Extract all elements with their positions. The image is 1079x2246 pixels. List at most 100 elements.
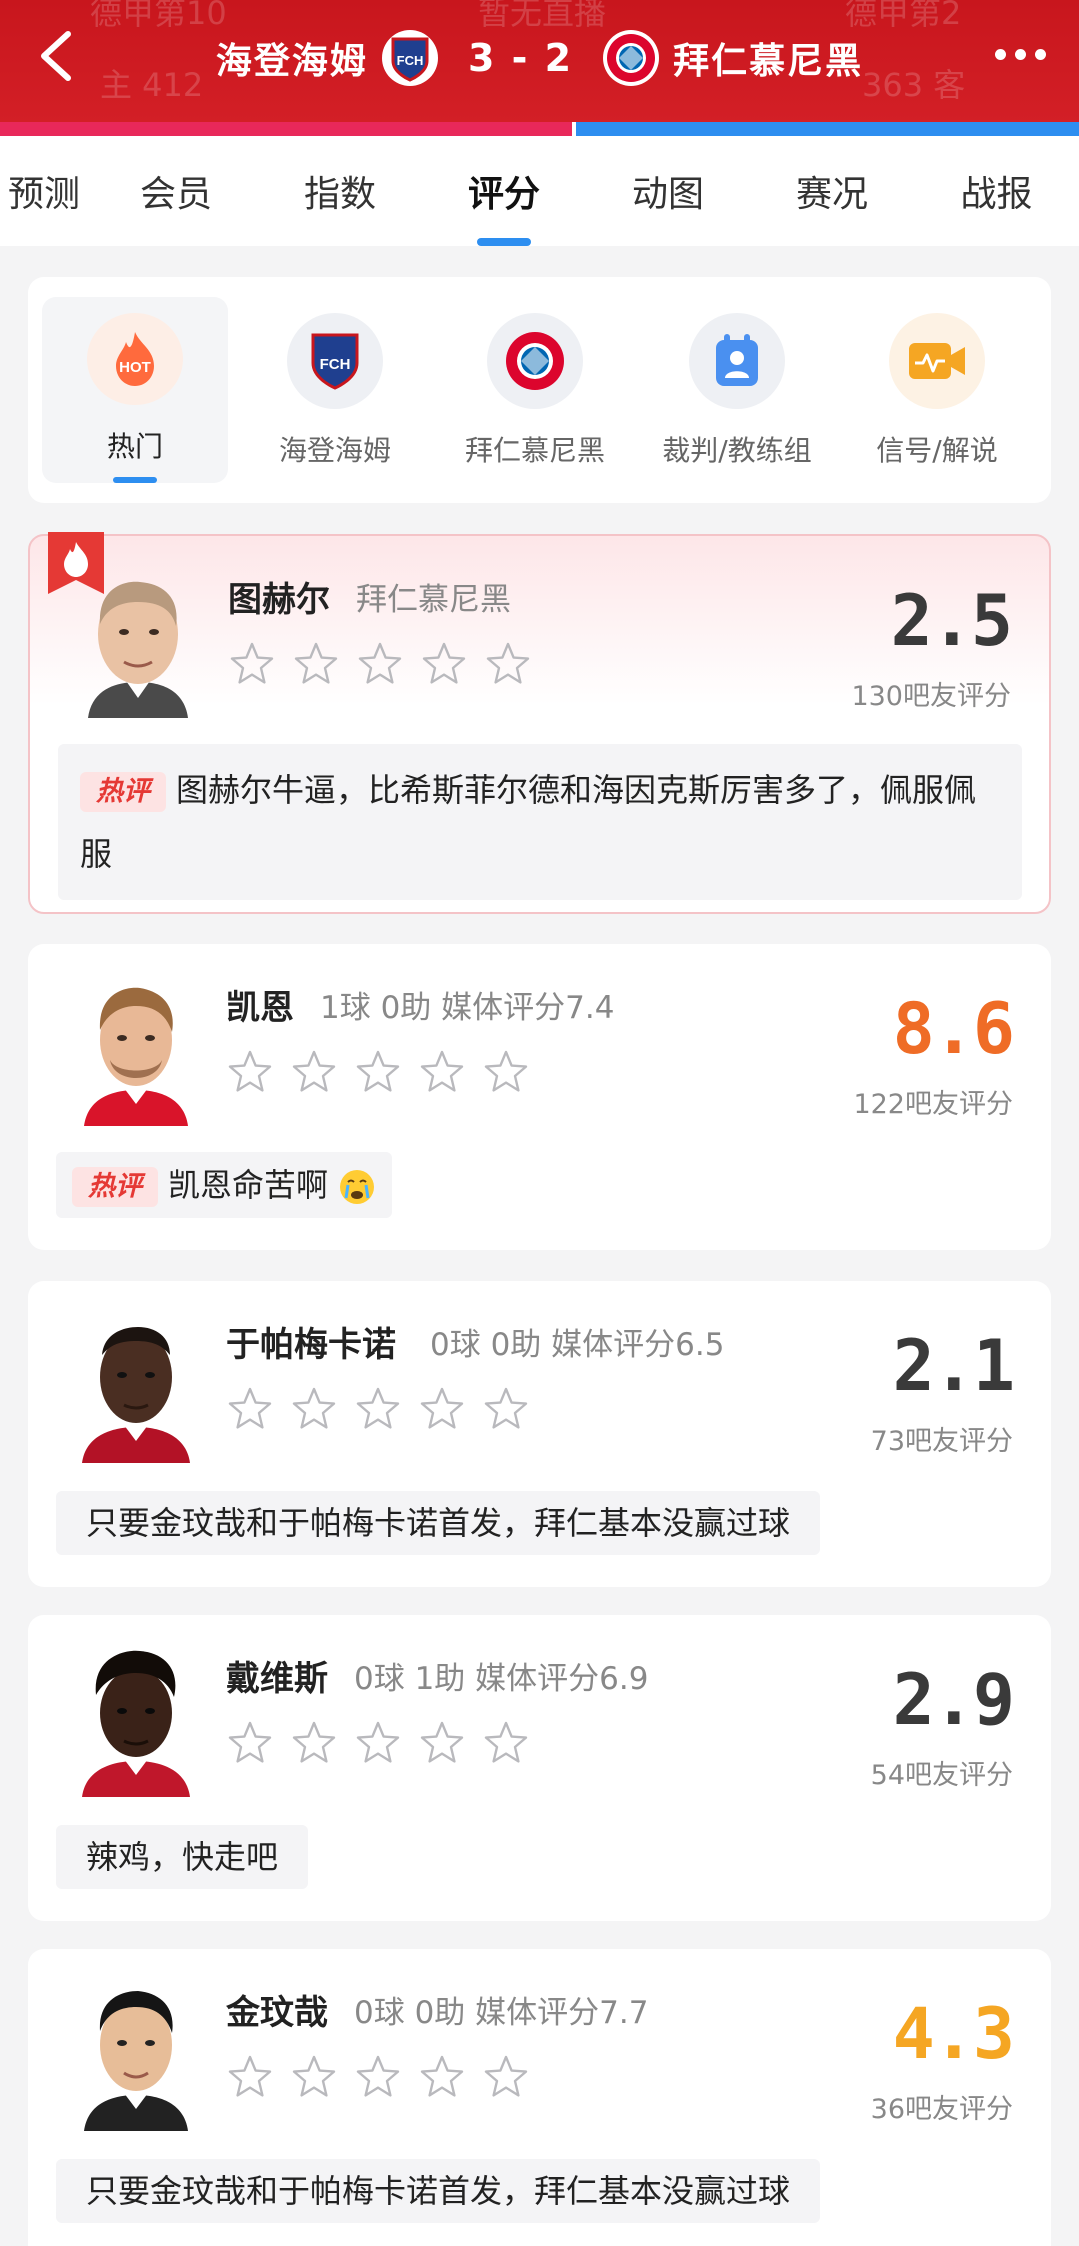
vote-count: 73吧友评分 bbox=[870, 1426, 1013, 1457]
star-icon[interactable] bbox=[354, 1719, 402, 1767]
crying-emoji-icon bbox=[340, 1170, 375, 1204]
player-avatar bbox=[82, 1327, 190, 1463]
star-icon[interactable] bbox=[418, 1048, 466, 1096]
star-icon[interactable] bbox=[418, 1719, 466, 1767]
vote-count: 130吧友评分 bbox=[851, 681, 1011, 712]
tab-odds[interactable]: 指数 bbox=[258, 136, 422, 246]
player-stats: 0球 0助 媒体评分6.5 bbox=[430, 1327, 725, 1363]
star-icon[interactable] bbox=[290, 2053, 338, 2101]
star-icon[interactable] bbox=[482, 1048, 530, 1096]
star-rating-input[interactable] bbox=[228, 640, 532, 688]
active-tab-indicator bbox=[477, 238, 531, 246]
tab-live-events[interactable]: 赛况 bbox=[750, 136, 914, 246]
star-rating-input[interactable] bbox=[226, 1385, 530, 1433]
category-bayern[interactable]: 拜仁慕尼黑 bbox=[442, 297, 628, 483]
player-rating: 2.5 bbox=[890, 580, 1013, 662]
player-name: 戴维斯 bbox=[226, 1659, 328, 1699]
svg-text:HOT: HOT bbox=[119, 359, 151, 376]
star-icon[interactable] bbox=[418, 1385, 466, 1433]
comment[interactable]: 只要金玟哉和于帕梅卡诺首发，拜仁基本没赢过球 bbox=[56, 1491, 821, 1555]
star-icon[interactable] bbox=[290, 1385, 338, 1433]
star-icon[interactable] bbox=[418, 2053, 466, 2101]
player-rating-card[interactable]: 于帕梅卡诺 0球 0助 媒体评分6.5 2.1 73吧友评分 只要金玟哉和于帕梅… bbox=[28, 1281, 1051, 1587]
player-rating: 2.1 bbox=[892, 1325, 1015, 1407]
home-vote-bar bbox=[0, 122, 572, 136]
hot-comment-tag: 热评 bbox=[80, 772, 166, 812]
away-team-name[interactable]: 拜仁慕尼黑 bbox=[673, 32, 863, 84]
player-name: 金玟哉 bbox=[226, 1993, 328, 2033]
match-header: 德甲第10 暂无直播 德甲第2 主 412 363 客 海登海姆 FCH 3 -… bbox=[0, 0, 1079, 122]
comment-text: 只要金玟哉和于帕梅卡诺首发，拜仁基本没赢过球 bbox=[86, 1504, 791, 1542]
star-icon[interactable] bbox=[484, 640, 532, 688]
star-icon[interactable] bbox=[290, 1719, 338, 1767]
category-broadcast[interactable]: 信号/解说 bbox=[844, 297, 1030, 483]
vote-count: 36吧友评分 bbox=[870, 2094, 1013, 2125]
star-icon[interactable] bbox=[292, 640, 340, 688]
category-hot[interactable]: HOT 热门 bbox=[42, 297, 228, 483]
player-avatar bbox=[84, 1991, 188, 2131]
comment-text: 图赫尔牛逼，比希斯菲尔德和海因克斯厉害多了，佩服佩服 bbox=[80, 771, 977, 873]
vote-share-bar bbox=[0, 122, 1079, 136]
tab-membership[interactable]: 会员 bbox=[94, 136, 258, 246]
svg-text:FCH: FCH bbox=[397, 53, 424, 68]
star-icon[interactable] bbox=[482, 2053, 530, 2101]
category-referee-coaches[interactable]: 裁判/教练组 bbox=[644, 297, 830, 483]
star-icon[interactable] bbox=[354, 1048, 402, 1096]
player-team: 拜仁慕尼黑 bbox=[356, 582, 511, 618]
heidenheim-badge-icon[interactable]: FCH bbox=[381, 30, 438, 86]
comment[interactable]: 只要金玟哉和于帕梅卡诺首发，拜仁基本没赢过球 bbox=[56, 2159, 821, 2223]
match-score: 3 - 2 bbox=[467, 36, 574, 80]
player-stats: 0球 1助 媒体评分6.9 bbox=[354, 1661, 649, 1697]
star-icon[interactable] bbox=[226, 2053, 274, 2101]
comment[interactable]: 辣鸡，快走吧 bbox=[56, 1825, 309, 1889]
svg-text:FCH: FCH bbox=[320, 356, 351, 373]
star-icon[interactable] bbox=[420, 640, 468, 688]
player-rating-card[interactable]: 戴维斯 0球 1助 媒体评分6.9 2.9 54吧友评分 辣鸡，快走吧 bbox=[28, 1615, 1051, 1921]
player-name: 图赫尔 bbox=[228, 580, 330, 620]
star-rating-input[interactable] bbox=[226, 1048, 530, 1096]
comment-text: 辣鸡，快走吧 bbox=[86, 1838, 279, 1876]
star-icon[interactable] bbox=[354, 2053, 402, 2101]
more-icon[interactable] bbox=[985, 34, 1055, 74]
referee-icon bbox=[689, 313, 785, 409]
star-icon[interactable] bbox=[354, 1385, 402, 1433]
bayern-badge-icon[interactable] bbox=[603, 30, 660, 86]
rating-category-card: HOT 热门 FCH 海登海姆 拜仁慕尼黑 裁判/教练组 信号/解说 bbox=[28, 277, 1051, 503]
player-rating-card[interactable]: 金玟哉 0球 0助 媒体评分7.7 4.3 36吧友评分 只要金玟哉和于帕梅卡诺… bbox=[28, 1949, 1051, 2246]
star-icon[interactable] bbox=[482, 1385, 530, 1433]
star-icon[interactable] bbox=[226, 1048, 274, 1096]
star-icon[interactable] bbox=[290, 1048, 338, 1096]
star-icon[interactable] bbox=[226, 1385, 274, 1433]
tab-report[interactable]: 战报 bbox=[914, 136, 1079, 246]
player-stats: 0球 0助 媒体评分7.7 bbox=[354, 1995, 649, 2031]
vote-count: 54吧友评分 bbox=[870, 1760, 1013, 1791]
star-icon[interactable] bbox=[356, 640, 404, 688]
broadcast-icon bbox=[889, 313, 985, 409]
star-icon[interactable] bbox=[226, 1719, 274, 1767]
player-rating: 2.9 bbox=[892, 1659, 1015, 1741]
player-avatar bbox=[82, 1650, 190, 1797]
player-stats: 1球 0助 媒体评分7.4 bbox=[320, 990, 615, 1026]
tab-ratings[interactable]: 评分 bbox=[422, 136, 586, 246]
player-rating: 8.6 bbox=[892, 988, 1015, 1070]
star-rating-input[interactable] bbox=[226, 1719, 530, 1767]
home-team-name[interactable]: 海登海姆 bbox=[216, 32, 368, 84]
category-heidenheim[interactable]: FCH 海登海姆 bbox=[242, 297, 428, 483]
star-rating-input[interactable] bbox=[226, 2053, 530, 2101]
player-rating-card[interactable]: 图赫尔 拜仁慕尼黑 2.5 130吧友评分 热评 图赫尔牛逼，比希斯菲尔德和海因克… bbox=[28, 532, 1051, 914]
away-vote-bar bbox=[575, 122, 1079, 136]
tab-prediction[interactable]: 预测 bbox=[0, 136, 94, 246]
star-icon[interactable] bbox=[228, 640, 276, 688]
player-avatar bbox=[88, 581, 188, 718]
score-row: 海登海姆 FCH 3 - 2 拜仁慕尼黑 bbox=[0, 18, 1079, 98]
tab-gifs[interactable]: 动图 bbox=[586, 136, 750, 246]
hot-comment[interactable]: 热评 凯恩命苦啊 bbox=[56, 1152, 393, 1218]
hot-comment-tag: 热评 bbox=[72, 1167, 158, 1207]
star-icon[interactable] bbox=[482, 1719, 530, 1767]
player-name: 于帕梅卡诺 bbox=[226, 1325, 396, 1365]
heidenheim-badge-icon: FCH bbox=[287, 313, 383, 409]
player-rating-card[interactable]: 凯恩 1球 0助 媒体评分7.4 8.6 122吧友评分 热评 凯恩命苦啊 bbox=[28, 944, 1051, 1250]
hot-comment[interactable]: 热评 图赫尔牛逼，比希斯菲尔德和海因克斯厉害多了，佩服佩服 bbox=[58, 744, 1022, 900]
hot-icon: HOT bbox=[87, 313, 183, 406]
tab-bar: 预测 会员 指数 评分 动图 赛况 战报 bbox=[0, 136, 1079, 246]
